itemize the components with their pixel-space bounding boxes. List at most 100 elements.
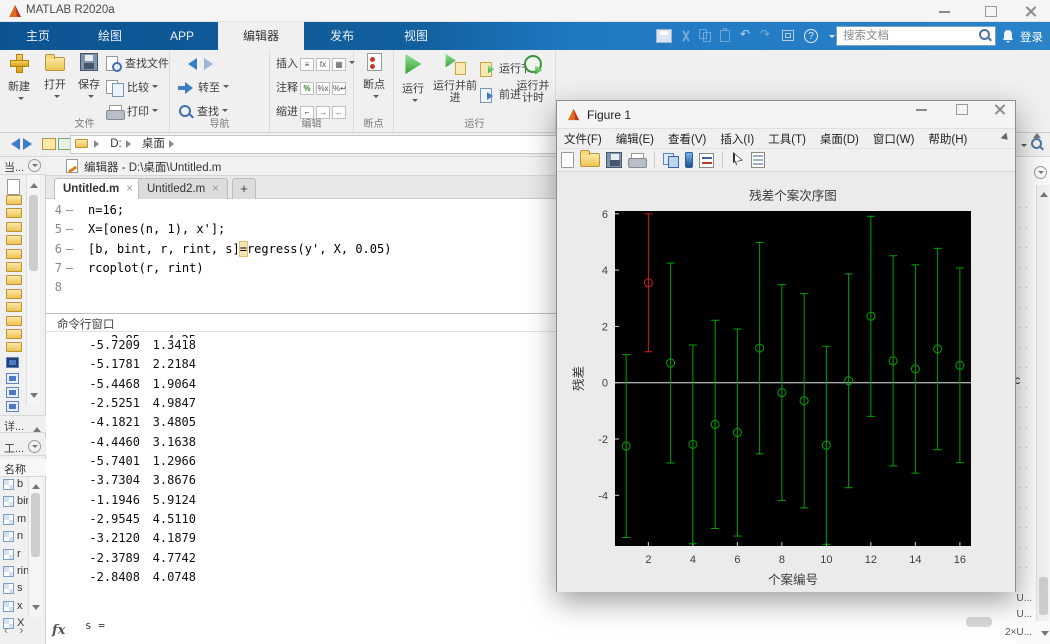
cut-icon[interactable] (678, 29, 694, 43)
open-file-icon[interactable] (580, 153, 600, 167)
command-window-output[interactable]: -2.854.25-5.72091.3418-5.17812.2184-5.44… (46, 333, 446, 589)
quick-save-icon[interactable] (656, 29, 672, 43)
new-figure-icon[interactable] (561, 152, 574, 168)
quick-access-dropdown-icon[interactable] (829, 35, 835, 41)
folder-icon[interactable] (6, 208, 22, 218)
folder-icon[interactable] (6, 329, 22, 339)
current-folder-header[interactable]: 当... (0, 157, 46, 175)
link-plot-icon[interactable] (663, 153, 679, 167)
current-folder-menu-icon[interactable] (28, 159, 41, 172)
tab-close-icon[interactable]: × (126, 183, 133, 195)
figure-menu-item[interactable]: 编辑(E) (609, 131, 661, 147)
notification-bell-icon[interactable] (1002, 29, 1014, 43)
workspace-name-column-header[interactable]: 名称 (0, 459, 46, 477)
workspace-header[interactable]: 工... (0, 438, 46, 456)
workspace-pager[interactable]: ‹ › (4, 623, 23, 637)
paste-icon[interactable] (718, 29, 734, 43)
save-figure-icon[interactable] (606, 152, 622, 168)
folder-icon[interactable] (6, 316, 22, 326)
copy-icon[interactable] (698, 29, 714, 43)
wrap-comment-icon[interactable]: %↵ (332, 82, 346, 95)
property-inspector-icon[interactable] (751, 152, 765, 168)
ribbon-tab-视图[interactable]: 视图 (380, 22, 452, 50)
scrollbar-thumb[interactable] (29, 195, 38, 271)
panel-up-icon[interactable] (1033, 129, 1041, 138)
ribbon-tab-编辑器[interactable]: 编辑器 (218, 22, 304, 50)
matlab-file-icon[interactable] (6, 387, 19, 398)
figure-menu-item[interactable]: 文件(F) (557, 131, 609, 147)
addressbar-search-icon[interactable] (1030, 137, 1046, 153)
goto-button[interactable]: 转至 (178, 79, 229, 97)
run-and-advance-button[interactable]: 运行并前进 (432, 53, 478, 104)
scroll-down-icon[interactable] (1041, 631, 1049, 640)
scrollbar-thumb[interactable] (31, 493, 40, 557)
up-folder-icon[interactable] (42, 138, 56, 150)
new-tab-button[interactable]: + (232, 178, 256, 199)
insert-colorbar-icon[interactable] (685, 152, 693, 168)
horizontal-scrollbar-thumb[interactable] (966, 617, 992, 627)
folder-icon[interactable] (6, 235, 22, 245)
scroll-up-icon[interactable] (30, 179, 38, 188)
figure-canvas[interactable]: 246810121416-4-20246残差个案次序图个案编号残差 (557, 172, 1015, 592)
matlab-file-icon[interactable] (6, 357, 19, 368)
figure-window[interactable]: Figure 1 文件(F)编辑(E)查看(V)插入(I)工具(T)桌面(D)窗… (556, 100, 1016, 592)
ribbon-tab-发布[interactable]: 发布 (304, 22, 380, 50)
print-figure-icon[interactable] (628, 153, 646, 168)
figure-menu-item[interactable]: 插入(I) (713, 131, 761, 147)
folder-icon[interactable] (6, 289, 22, 299)
uncomment-icon[interactable]: %x (316, 82, 330, 95)
folder-icon[interactable] (6, 302, 22, 312)
scroll-up-icon[interactable] (1040, 188, 1048, 197)
insert-legend-icon[interactable] (699, 153, 714, 168)
comment-percent-icon[interactable]: % (300, 82, 314, 95)
tab-untitled2[interactable]: Untitled2.m× (138, 178, 228, 199)
nav-back-icon[interactable] (5, 138, 20, 150)
file-icon[interactable] (7, 179, 20, 195)
help-icon[interactable]: ? (804, 29, 818, 43)
matlab-file-icon[interactable] (6, 401, 19, 412)
breadcrumb-drive[interactable]: D: (110, 138, 122, 150)
workspace-scrollbar[interactable] (28, 477, 42, 617)
compare-button[interactable]: 比较 (106, 79, 158, 97)
insert-image-icon[interactable]: ▦ (332, 58, 346, 71)
insert-section-icon[interactable]: ≡ (300, 58, 314, 71)
sign-in-link[interactable]: 登录 (1020, 29, 1043, 45)
window-minimize-icon[interactable] (930, 3, 960, 19)
panel-menu-icon[interactable] (1034, 166, 1047, 179)
figure-menu-item[interactable]: 桌面(D) (813, 131, 866, 147)
breakpoints-button[interactable]: 断点 (358, 53, 390, 104)
ribbon-tab-主页[interactable]: 主页 (2, 22, 74, 50)
save-button[interactable]: 保存 (74, 53, 104, 104)
fx-icon[interactable]: fx (52, 623, 65, 638)
figure-menu-item[interactable]: 查看(V) (661, 131, 713, 147)
figure-title-bar[interactable]: Figure 1 (557, 101, 1015, 129)
figure-close-icon[interactable] (985, 101, 1019, 128)
scroll-up-icon[interactable] (32, 480, 40, 489)
details-header[interactable]: 详... (0, 415, 46, 433)
folder-icon[interactable] (6, 195, 22, 205)
tab-untitled[interactable]: Untitled.m× (54, 178, 142, 199)
back-arrow-icon[interactable] (182, 58, 197, 70)
insert-fx-icon[interactable]: fx (316, 58, 330, 71)
ribbon-tab-绘图[interactable]: 绘图 (74, 22, 146, 50)
scroll-down-icon[interactable] (32, 605, 40, 614)
addressbar-dropdown-icon[interactable] (1021, 144, 1027, 150)
undo-icon[interactable]: ↶ (740, 27, 750, 41)
run-button[interactable]: 运行 (396, 53, 430, 108)
scrollbar-thumb[interactable] (1039, 577, 1048, 615)
folder-icon[interactable] (6, 262, 22, 272)
figure-menu-item[interactable]: 帮助(H) (921, 131, 974, 147)
pager-left-icon[interactable]: ‹ (4, 623, 8, 637)
nav-forward-icon[interactable] (23, 138, 38, 150)
open-button[interactable]: 打开 (40, 53, 70, 104)
folder-icon[interactable] (6, 342, 22, 352)
folder-icon[interactable] (6, 275, 22, 285)
editor-scrollbar[interactable] (1036, 185, 1049, 621)
figure-menu-item[interactable]: 窗口(W) (866, 131, 922, 147)
edit-plot-cursor-icon[interactable] (731, 152, 745, 168)
workspace-menu-icon[interactable] (28, 440, 41, 453)
window-close-icon[interactable] (1016, 3, 1046, 19)
figure-minimize-icon[interactable] (907, 101, 941, 128)
pager-right-icon[interactable]: › (19, 623, 23, 637)
window-maximize-icon[interactable] (976, 3, 1006, 19)
